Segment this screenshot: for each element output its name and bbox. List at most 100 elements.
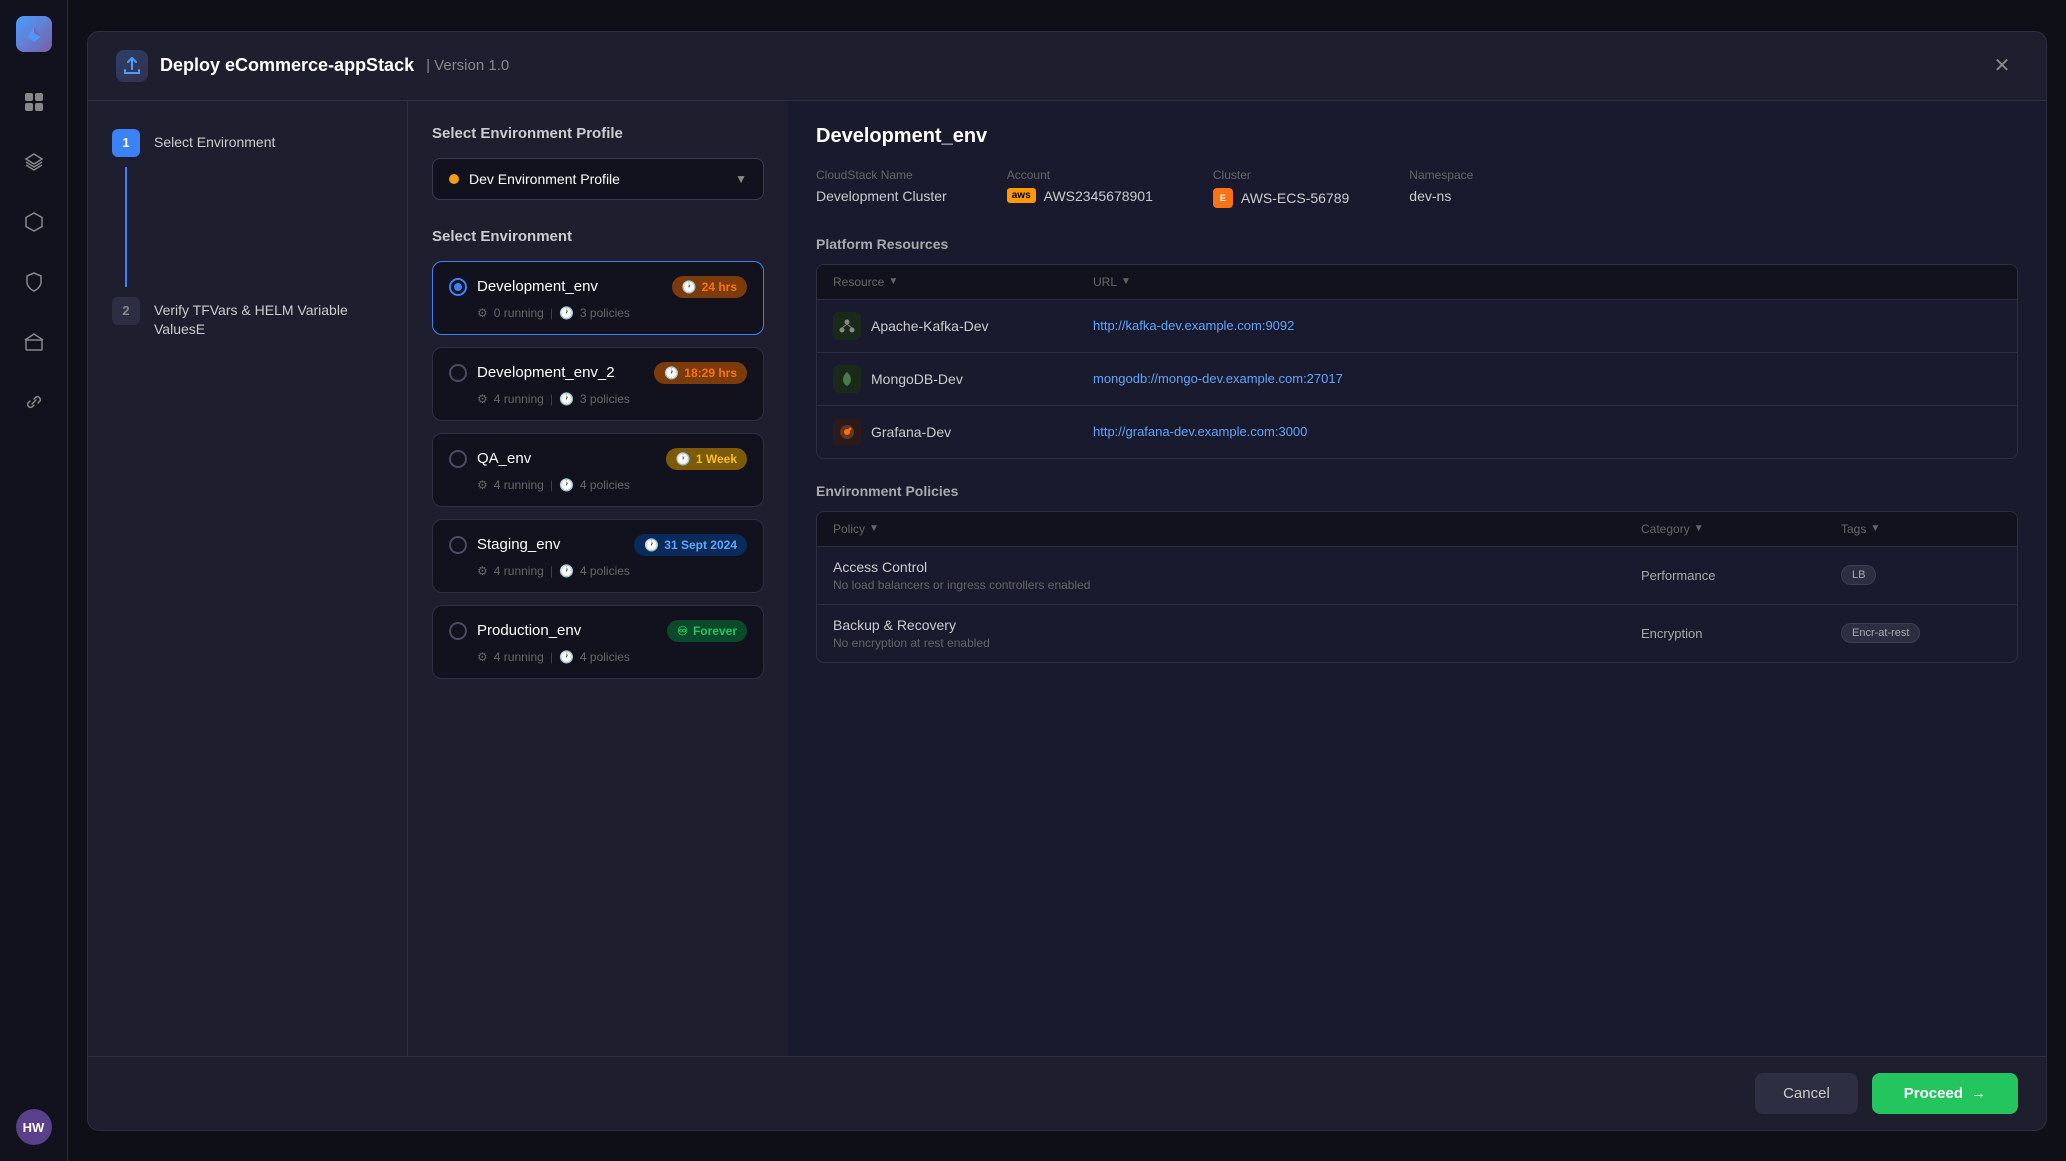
env-badge-qa: 🕐 1 Week	[666, 448, 747, 470]
sidebar-icon-hexagon[interactable]	[14, 202, 54, 242]
policy-name-backup: Backup & Recovery	[833, 617, 1641, 633]
check-icon-production: ♾	[677, 624, 688, 638]
step-2: 2 Verify TFVars & HELM Variable ValuesE	[112, 297, 383, 340]
resources-table-header: Resource ▼ URL ▼	[817, 265, 2017, 300]
profile-select[interactable]: Dev Environment Profile ▼	[432, 158, 764, 200]
clock-icon-qa: 🕐	[676, 452, 691, 466]
url-col-header: URL ▼	[1093, 275, 2001, 289]
close-button[interactable]: ✕	[1986, 50, 2018, 82]
policies-table: Policy ▼ Category ▼ Tags ▼	[816, 511, 2018, 663]
user-avatar[interactable]: HW	[16, 1109, 52, 1145]
policy-col-header: Policy ▼	[833, 522, 1641, 536]
env-card-title-row-2: Development_env_2	[449, 364, 615, 382]
proceed-label: Proceed	[1904, 1085, 1963, 1102]
url-filter-icon[interactable]: ▼	[1121, 276, 1131, 287]
sidebar-icon-grid[interactable]	[14, 82, 54, 122]
env-card-header-staging: Staging_env 🕐 31 Sept 2024	[449, 534, 747, 556]
cancel-button[interactable]: Cancel	[1755, 1073, 1858, 1114]
policy-icon: 🕐	[559, 306, 574, 320]
env-card-title-row: Development_env	[449, 278, 598, 296]
cloudstack-value: Development Cluster	[816, 188, 947, 204]
detail-env-name: Development_env	[816, 125, 2018, 148]
resource-row-grafana: Grafana-Dev http://grafana-dev.example.c…	[817, 406, 2017, 458]
resource-row-kafka: Apache-Kafka-Dev http://kafka-dev.exampl…	[817, 300, 2017, 353]
category-filter-icon[interactable]: ▼	[1694, 523, 1704, 534]
env-badge-development2: 🕐 18:29 hrs	[654, 362, 747, 384]
category-backup: Encryption	[1641, 626, 1841, 641]
step-2-badge: 2	[112, 297, 140, 325]
env-card-staging[interactable]: Staging_env 🕐 31 Sept 2024 ⚙ 4 running	[432, 519, 764, 593]
policy-row-backup: Backup & Recovery No encryption at rest …	[817, 605, 2017, 662]
tags-access: LB	[1841, 565, 2001, 585]
filter-icon[interactable]: ▼	[888, 276, 898, 287]
policy-icon-staging: 🕐	[559, 564, 574, 578]
policy-icon-qa: 🕐	[559, 478, 574, 492]
env-meta-development2: ⚙ 4 running | 🕐 3 policies	[449, 392, 747, 406]
env-card-qa[interactable]: QA_env 🕐 1 Week ⚙ 4 running |	[432, 433, 764, 507]
env-name-development: Development_env	[477, 278, 598, 295]
step-2-label: Verify TFVars & HELM Variable ValuesE	[154, 297, 383, 340]
grafana-icon	[833, 418, 861, 446]
account-label: Account	[1007, 168, 1153, 182]
running-icon-production: ⚙	[477, 650, 488, 664]
detail-meta-row: CloudStack Name Development Cluster Acco…	[816, 168, 2018, 208]
env-policies-title: Environment Policies	[816, 483, 2018, 499]
env-card-header: Development_env 🕐 24 hrs	[449, 276, 747, 298]
chevron-down-icon: ▼	[735, 172, 747, 186]
sidebar-icon-shield[interactable]	[14, 262, 54, 302]
category-access: Performance	[1641, 568, 1841, 583]
policy-icon-2: 🕐	[559, 392, 574, 406]
steps-panel: 1 Select Environment 2 Verify TFVars & H…	[88, 101, 408, 1056]
proceed-button[interactable]: Proceed →	[1872, 1073, 2018, 1114]
clock-icon-2: 🕐	[664, 366, 679, 380]
modal-overlay: Deploy eCommerce-appStack | Version 1.0 …	[68, 0, 2066, 1161]
tags-filter-icon[interactable]: ▼	[1870, 523, 1880, 534]
clock-icon: 🕐	[682, 280, 697, 294]
env-list-section: Select Environment Profile Dev Environme…	[408, 101, 788, 1056]
step-1-badge: 1	[112, 129, 140, 157]
resources-table: Resource ▼ URL ▼	[816, 264, 2018, 459]
radio-development[interactable]	[449, 278, 467, 296]
profile-section-title: Select Environment Profile	[432, 125, 764, 142]
env-card-development[interactable]: Development_env 🕐 24 hrs ⚙ 0 running	[432, 261, 764, 335]
sidebar-icon-layers[interactable]	[14, 142, 54, 182]
env-badge-development: 🕐 24 hrs	[672, 276, 747, 298]
sidebar-icon-link[interactable]	[14, 382, 54, 422]
policy-filter-icon[interactable]: ▼	[869, 523, 879, 534]
running-icon: ⚙	[477, 306, 488, 320]
env-card-development2[interactable]: Development_env_2 🕐 18:29 hrs ⚙ 4 runnin…	[432, 347, 764, 421]
cluster-label: Cluster	[1213, 168, 1349, 182]
namespace-col: Namespace dev-ns	[1409, 168, 1473, 208]
radio-staging[interactable]	[449, 536, 467, 554]
env-section-title: Select Environment	[432, 228, 764, 245]
mongo-url[interactable]: mongodb://mongo-dev.example.com:27017	[1093, 371, 2001, 386]
env-meta-production: ⚙ 4 running | 🕐 4 policies	[449, 650, 747, 664]
namespace-label: Namespace	[1409, 168, 1473, 182]
sidebar-icon-bank[interactable]	[14, 322, 54, 362]
env-card-header-qa: QA_env 🕐 1 Week	[449, 448, 747, 470]
kafka-url[interactable]: http://kafka-dev.example.com:9092	[1093, 318, 2001, 333]
account-value: aws AWS2345678901	[1007, 188, 1153, 204]
radio-production[interactable]	[449, 622, 467, 640]
radio-qa[interactable]	[449, 450, 467, 468]
env-card-header-2: Development_env_2 🕐 18:29 hrs	[449, 362, 747, 384]
radio-development2[interactable]	[449, 364, 467, 382]
deploy-icon	[116, 50, 148, 82]
cluster-col: Cluster E AWS-ECS-56789	[1213, 168, 1349, 208]
running-icon-qa: ⚙	[477, 478, 488, 492]
modal-header: Deploy eCommerce-appStack | Version 1.0 …	[88, 32, 2046, 101]
env-badge-staging: 🕐 31 Sept 2024	[634, 534, 747, 556]
modal-title: Deploy eCommerce-appStack	[160, 55, 414, 76]
step-1-label: Select Environment	[154, 129, 275, 153]
resource-row-mongo: MongoDB-Dev mongodb://mongo-dev.example.…	[817, 353, 2017, 406]
env-meta-development: ⚙ 0 running | 🕐 3 policies	[449, 306, 747, 320]
env-card-production[interactable]: Production_env ♾ Forever ⚙ 4 running	[432, 605, 764, 679]
namespace-value: dev-ns	[1409, 188, 1473, 204]
grafana-url[interactable]: http://grafana-dev.example.com:3000	[1093, 424, 2001, 439]
category-col-header: Category ▼	[1641, 522, 1841, 536]
modal-footer: Cancel Proceed →	[88, 1056, 2046, 1130]
account-col: Account aws AWS2345678901	[1007, 168, 1153, 208]
tag-lb: LB	[1841, 565, 1876, 585]
policy-row-access: Access Control No load balancers or ingr…	[817, 547, 2017, 605]
env-meta-qa: ⚙ 4 running | 🕐 4 policies	[449, 478, 747, 492]
